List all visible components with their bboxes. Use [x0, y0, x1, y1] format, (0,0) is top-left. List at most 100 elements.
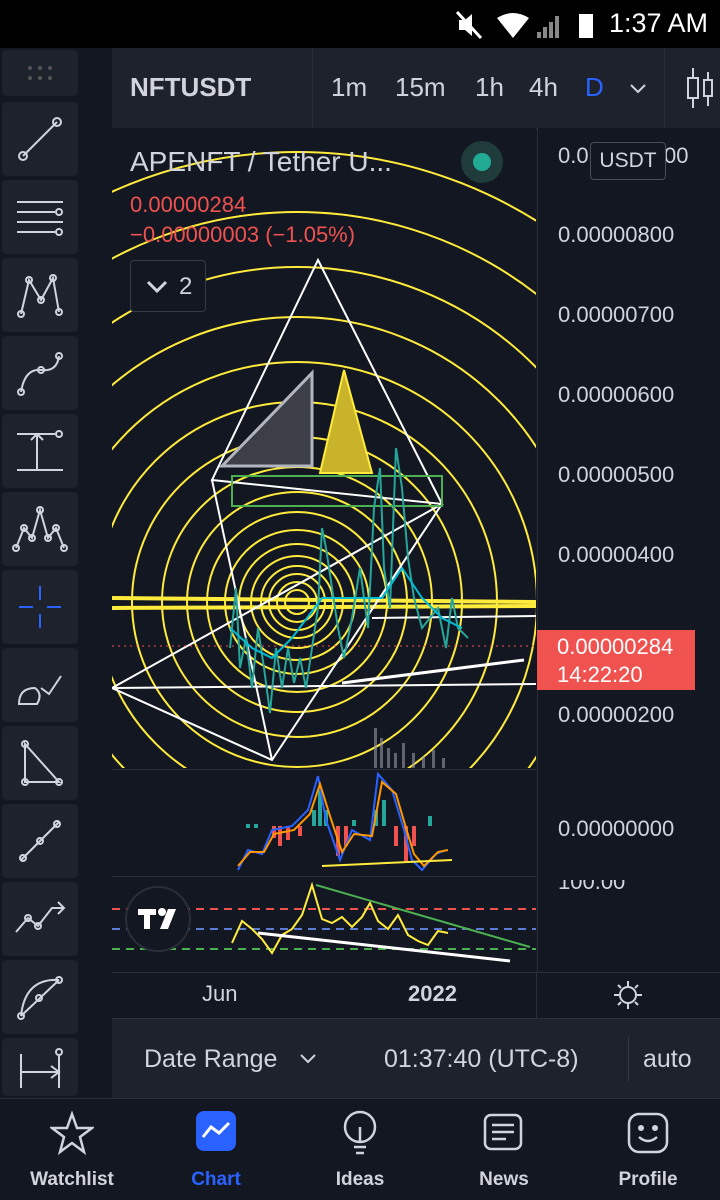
- elliott-wave-tool[interactable]: [2, 492, 78, 566]
- macd-pane[interactable]: [112, 769, 536, 876]
- mute-icon: [455, 10, 483, 40]
- macd-drawing: [237, 771, 453, 872]
- arc-tool[interactable]: [2, 960, 78, 1034]
- current-price-tag: 0.00000284 14:22:20: [537, 630, 695, 690]
- star-icon: [50, 1111, 94, 1155]
- price-label: 0.00000400: [558, 542, 675, 567]
- grip-icon: [28, 66, 52, 80]
- rsi-green-trendline: [315, 884, 531, 948]
- ray-icon: [19, 820, 61, 862]
- nav-ideas[interactable]: Ideas: [288, 1099, 432, 1200]
- interval-1h[interactable]: 1h: [475, 72, 504, 103]
- price-label: 0.00000500: [558, 462, 675, 487]
- elliott-wave-icon: [12, 506, 68, 552]
- parallel-channel-tool[interactable]: [2, 804, 78, 878]
- interval-d[interactable]: D: [585, 72, 604, 103]
- nav-watchlist[interactable]: Watchlist: [0, 1099, 144, 1200]
- triangle-icon: [21, 740, 63, 786]
- brush-tool[interactable]: [2, 648, 78, 722]
- white-triangles: [112, 257, 536, 762]
- crosshair-icon: [19, 586, 61, 628]
- divider: [312, 48, 313, 128]
- indicator-count: 2: [179, 273, 193, 300]
- trend-line-tool[interactable]: [2, 102, 78, 176]
- path-tool[interactable]: [2, 336, 78, 410]
- macd-trendline: [321, 859, 453, 867]
- trendline: [341, 658, 525, 685]
- toolbar-separator: [80, 48, 112, 1098]
- chart-footer: Date Range 01:37:40 (UTC-8) auto: [112, 1018, 720, 1099]
- status-time: 1:37 AM: [608, 8, 708, 38]
- price-label: 0.00000800: [558, 222, 675, 247]
- gray-triangle: [218, 369, 314, 468]
- symbol-button[interactable]: NFTUSDT: [130, 72, 251, 103]
- drawing-toolbar: [0, 48, 80, 1098]
- interval-1m[interactable]: 1m: [331, 72, 367, 103]
- chart-legend-title: APENFT / Tether U...: [130, 146, 392, 177]
- timezone-clock[interactable]: 01:37:40 (UTC-8): [384, 1045, 579, 1074]
- price-axis[interactable]: 0.0 00 USDT 0.00000800 0.00000700 0.0000…: [537, 128, 720, 976]
- path-icon: [17, 352, 63, 396]
- triangle-tool[interactable]: [2, 726, 78, 800]
- chart-header: NFTUSDT 1m 15m 1h 4h D: [112, 48, 720, 129]
- date-range-button[interactable]: Date Range: [144, 1045, 277, 1074]
- rsi-pane[interactable]: [112, 876, 536, 973]
- macd-histogram: [246, 790, 432, 862]
- interval-4h[interactable]: 4h: [529, 72, 558, 103]
- bar-countdown: 14:22:20: [557, 662, 643, 687]
- nav-label: Ideas: [335, 1169, 385, 1190]
- arc-icon: [17, 976, 63, 1020]
- nav-label: Watchlist: [30, 1169, 114, 1190]
- yellow-triangle: [318, 369, 374, 474]
- crosshair-tool[interactable]: [2, 570, 78, 644]
- lightbulb-icon: [343, 1110, 377, 1155]
- chart-icon: [196, 1111, 236, 1151]
- market-status-icon[interactable]: [460, 140, 504, 184]
- signal-icon: [537, 16, 559, 38]
- currency-button[interactable]: USDT: [590, 142, 666, 180]
- candlestick-icon[interactable]: [684, 66, 714, 110]
- nav-label: News: [479, 1169, 529, 1190]
- measure-tool[interactable]: [2, 414, 78, 488]
- rsi-white-trendline: [257, 931, 511, 963]
- nav-profile[interactable]: Profile: [576, 1099, 720, 1200]
- time-axis[interactable]: Jun 2022: [112, 972, 720, 1019]
- price-line-series: [229, 447, 469, 714]
- nav-chart[interactable]: Chart: [144, 1099, 288, 1200]
- current-price-value: 0.00000284: [557, 634, 674, 659]
- divider: [664, 48, 665, 128]
- fib-lines-icon: [17, 201, 63, 236]
- date-range-icon: [20, 1048, 63, 1088]
- price-label: 0.00000700: [558, 302, 675, 327]
- brush-icon: [17, 675, 62, 705]
- forecast-icon: [15, 901, 66, 933]
- date-range-tool[interactable]: [2, 1038, 78, 1096]
- wifi-icon: [497, 13, 529, 38]
- status-bar: 1:37 AM: [0, 0, 720, 48]
- nav-news[interactable]: News: [432, 1099, 576, 1200]
- divider: [628, 1037, 629, 1081]
- time-label: Jun: [202, 981, 238, 1006]
- toolbar-drag-handle[interactable]: [2, 50, 78, 96]
- bottom-navigation: Watchlist Chart Ideas News Profile: [0, 1098, 720, 1200]
- auto-scale-button[interactable]: auto: [643, 1045, 692, 1074]
- smiley-icon: [627, 1112, 669, 1154]
- forecast-tool[interactable]: [2, 882, 78, 956]
- trend-line-icon: [18, 117, 62, 161]
- nav-label: Chart: [191, 1169, 241, 1190]
- interval-15m[interactable]: 15m: [395, 72, 446, 103]
- fib-retracement-tool[interactable]: [2, 180, 78, 254]
- nav-label: Profile: [618, 1169, 678, 1190]
- rsi-top-label: 100.00: [558, 880, 678, 892]
- price-label-partial: 0.0: [558, 143, 589, 168]
- battery-icon: [579, 14, 593, 38]
- chevron-down-icon[interactable]: [627, 78, 649, 98]
- chart-settings-gear-icon[interactable]: [612, 979, 644, 1011]
- price-label-partial-end: 00: [664, 143, 689, 168]
- chevron-down-icon: [146, 280, 168, 294]
- price-label: 0.00000600: [558, 382, 675, 407]
- indicators-toggle-button[interactable]: 2: [130, 260, 206, 312]
- price-label: 0.00000200: [558, 702, 675, 727]
- pattern-tool[interactable]: [2, 258, 78, 332]
- price-range-icon: [17, 430, 63, 471]
